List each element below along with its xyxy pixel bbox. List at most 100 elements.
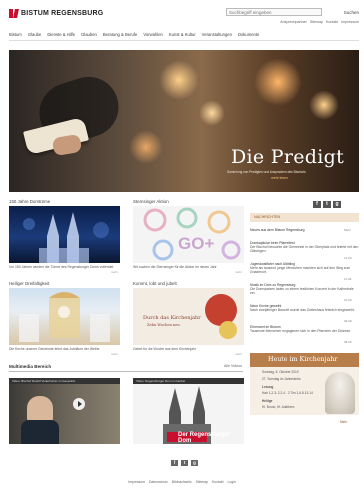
utility-link[interactable]: Impressum	[341, 20, 359, 24]
light-bokeh	[199, 100, 225, 126]
nav-item[interactable]: Dienste & Hilfe	[47, 32, 75, 37]
hero-subtitle: Sammlung von Predigten und Ansprachen de…	[227, 170, 306, 174]
book-cover-subtitle: Zehn Wochen neu	[147, 323, 180, 327]
footer-link[interactable]: Impressum	[128, 480, 145, 484]
teaser-title[interactable]: Sternsinger Aktion	[133, 199, 169, 204]
teaser-image-go[interactable]: GO+	[133, 206, 244, 263]
light-bokeh	[129, 130, 163, 164]
nav-item[interactable]: Kunst & Kultur	[169, 32, 196, 37]
teaser-more-link[interactable]: mehr	[111, 352, 118, 356]
footer-link[interactable]: Sitemap	[196, 480, 208, 484]
news-date: 11.09.	[344, 277, 353, 281]
hero-banner[interactable]: Die Predigt Sammlung von Predigten und A…	[9, 50, 359, 192]
book-cover-title: Durch das Kirchenjahr	[143, 315, 201, 321]
search-input[interactable]	[226, 8, 322, 16]
main-nav: Bistum Glaube Dienste & Hilfe Glauben Be…	[9, 32, 259, 37]
google-plus-icon[interactable]: g	[333, 201, 341, 208]
kirchenjahr-header[interactable]: Heute im Kirchenjahr	[250, 353, 359, 367]
news-date: 09.09.	[344, 319, 353, 323]
saint-statue-image	[325, 372, 355, 414]
footer-link[interactable]: Bildnachweis	[172, 480, 192, 484]
nav-item[interactable]: Beratung & Berufe	[103, 32, 137, 37]
kirchenjahr-date: Sonntag, 6. Oktober 2019	[262, 370, 299, 374]
multimedia-divider	[9, 371, 243, 372]
footer-link[interactable]: Datenschutz	[149, 480, 168, 484]
hero-title: Die Predigt	[231, 146, 345, 168]
news-text: Mehr als tausend junge Menschen machten …	[250, 266, 351, 275]
news-header: NACHRICHTEN	[250, 213, 359, 222]
twitter-icon[interactable]: t	[323, 201, 331, 208]
diocese-logo-icon	[9, 9, 18, 18]
facebook-icon[interactable]: f	[171, 460, 178, 466]
light-bokeh	[159, 60, 199, 100]
nav-item[interactable]: Vorwahlen	[143, 32, 163, 37]
google-plus-icon[interactable]: g	[191, 460, 198, 466]
kirchenjahr-heilige-label: Heilige	[262, 399, 273, 403]
news-text: Tausende Menschen engagieren sich in den…	[250, 329, 352, 334]
video-player[interactable]: Video: Bischof Rudolf Voderholzer im Ges…	[9, 378, 120, 444]
teaser-caption: Vor 150 Jahren wurden die Türme des Rege…	[9, 265, 114, 269]
site-header: BISTUM REGENSBURG Suchen Ansprechpartner…	[0, 0, 364, 33]
utility-link[interactable]: Ansprechpartner	[280, 20, 307, 24]
news-item[interactable]: Neue Kirche geweiht Nach zweijähriger Bau…	[250, 304, 359, 312]
news-item[interactable]: Ehrenamt im Bistum Tausende Menschen enga…	[250, 325, 359, 333]
go-plus-text: GO+	[178, 234, 215, 253]
teaser-image-cathedral[interactable]	[9, 206, 120, 263]
cathedral-spires-image	[23, 212, 109, 263]
video-caption: Der Regensburger Dom	[178, 432, 231, 444]
nav-item[interactable]: Glauben	[81, 32, 97, 37]
news-item[interactable]: Jugendwallfahrt nach Altötting Mehr als t…	[250, 262, 359, 275]
nav-item[interactable]: Veranstaltungen	[202, 32, 232, 37]
social-links: f t g	[313, 201, 341, 208]
teaser-image-church[interactable]	[9, 288, 120, 345]
site-logo[interactable]: BISTUM REGENSBURG	[9, 9, 103, 18]
multimedia-header: Multimedia Bereich	[9, 364, 52, 369]
news-text: Der Bischof besuchte die Gemeinde in der…	[250, 245, 359, 254]
news-item[interactable]: Neues aus dem Bistum Regensburg	[250, 228, 359, 232]
teaser-more-link[interactable]: mehr	[235, 270, 242, 274]
light-bokeh	[309, 90, 339, 120]
footer-link[interactable]: Kontakt	[212, 480, 224, 484]
teaser-title[interactable]: 150 Jahre Domtürme	[9, 199, 50, 204]
kirchenjahr-heilige[interactable]: Hl. Bruno, Hl. Adalbero	[262, 405, 294, 409]
facebook-icon[interactable]: f	[313, 201, 321, 208]
hand-image	[51, 133, 83, 157]
news-item[interactable]: Musik im Dom zu Regensburg Die Domspatzen…	[250, 283, 359, 296]
kirchenjahr-more-link[interactable]: Mehr	[340, 420, 347, 424]
light-bokeh	[254, 58, 302, 106]
news-item[interactable]: Domkapitular beim Pfarreifest Der Bischof…	[250, 241, 359, 254]
video-player[interactable]: Video: Regensburger Dom im Herbst Der Re…	[133, 378, 244, 444]
news-title: Neues aus dem Bistum Regensburg	[250, 228, 305, 232]
utility-link[interactable]: Sitemap	[310, 20, 323, 24]
footer-link[interactable]: Login	[228, 480, 236, 484]
news-text: Die Domspatzen laden zu einem festlichen…	[250, 287, 354, 296]
nav-item[interactable]: Dokumente	[238, 32, 259, 37]
kirchenjahr-lesung[interactable]: Hab 1,2-3; 2,2-4 - 2 Tim 1,6-8.13-14	[262, 391, 313, 395]
baroque-altar-image	[19, 292, 110, 342]
teaser-title[interactable]: Heiliger Dreifaltigkeit	[9, 281, 49, 286]
news-date: 10.09.	[344, 298, 353, 302]
news-date: 12.09.	[344, 256, 353, 260]
news-more[interactable]: Mehr	[344, 228, 351, 232]
teaser-more-link[interactable]: mehr	[235, 352, 242, 356]
nav-item[interactable]: Bistum	[9, 32, 22, 37]
hero-link[interactable]: mehr lesen	[271, 176, 288, 180]
play-triangle-icon	[78, 401, 82, 407]
nav-item[interactable]: Glaube	[28, 32, 42, 37]
teaser-more-link[interactable]: mehr	[111, 270, 118, 274]
kirchenjahr-lesung-label: Lesung	[262, 385, 274, 389]
nav-divider	[9, 40, 359, 41]
teaser-caption: Wir suchen die Sternsinger für die Aktio…	[133, 265, 217, 269]
news-text: Nach zweijähriger Bauzeit wurde das Gott…	[250, 308, 355, 313]
footer-social: f t g	[171, 460, 198, 466]
footer-links: Impressum Datenschutz Bildnachweis Sitem…	[0, 480, 364, 484]
twitter-icon[interactable]: t	[181, 460, 188, 466]
teaser-image-kirchenjahr[interactable]: Durch das Kirchenjahr Zehn Wochen neu	[133, 288, 244, 345]
all-videos-link[interactable]: Alle Videos	[224, 364, 242, 368]
kirchenjahr-sunday: 27. Sonntag im Jahreskreis	[262, 377, 301, 381]
search-button[interactable]: Suchen	[325, 8, 359, 16]
utility-links: Ansprechpartner Sitemap Kontakt Impressu…	[280, 20, 359, 24]
teaser-caption: Gebet für die Woche aus dem Kirchenjahr	[133, 347, 197, 351]
utility-link[interactable]: Kontakt	[326, 20, 338, 24]
teaser-title[interactable]: Kommt, lobt und jubelt	[133, 281, 177, 286]
